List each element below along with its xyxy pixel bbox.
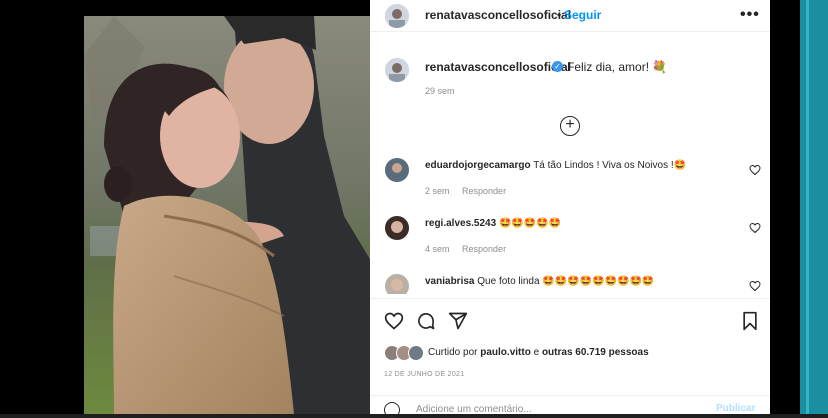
comment-text: Tá tão Lindos ! Viva os Noivos !🤩 [533, 160, 687, 171]
post-sidebar: renatavasconcellosoficial • Seguir ••• r… [370, 0, 770, 418]
author-username[interactable]: renatavasconcellosoficial [425, 8, 571, 22]
liked-by-text: Curtido por paulo.vitto e outras 60.719 … [428, 347, 649, 358]
post-header: renatavasconcellosoficial • Seguir ••• [370, 0, 770, 32]
liked-by-prefix: Curtido por [428, 347, 481, 358]
caption-text: Feliz dia, amor! 💐 [567, 60, 668, 74]
comment-meta: 2 sem Responder [425, 186, 506, 196]
heart-icon[interactable] [749, 222, 761, 234]
comment-username[interactable]: regi.alves.5243 [425, 218, 496, 229]
comment-item: regi.alves.5243 🤩🤩🤩🤩🤩 4 sem Responder [370, 214, 770, 270]
comment-body: vaniabrisa Que foto linda 🤩🤩🤩🤩🤩🤩🤩🤩🤩 [425, 276, 654, 287]
liker-avatars[interactable] [384, 345, 424, 361]
commenter-avatar[interactable] [385, 158, 409, 182]
comment-username[interactable]: eduardojorgecamargo [425, 160, 531, 171]
follow-button[interactable]: Seguir [564, 8, 601, 22]
liked-by-middle: e [530, 347, 542, 358]
author-avatar[interactable] [385, 4, 409, 28]
comment-username[interactable]: vaniabrisa [425, 276, 474, 287]
post-modal: › renatavasconcellosoficial • Seguir •••… [0, 0, 828, 418]
heart-icon[interactable] [749, 164, 761, 176]
caption-username[interactable]: renatavasconcellosoficial [425, 60, 571, 74]
post-date[interactable]: 12 DE JUNHO DE 2021 [384, 371, 464, 378]
reply-button[interactable]: Responder [462, 244, 506, 254]
couple-photo [84, 16, 370, 414]
commenter-avatar[interactable] [385, 216, 409, 240]
comment-body: regi.alves.5243 🤩🤩🤩🤩🤩 [425, 218, 561, 229]
separator-dot: • [557, 8, 562, 22]
post-photo[interactable] [84, 16, 370, 414]
likes-summary: Curtido por paulo.vitto e outras 60.719 … [384, 343, 764, 363]
send-icon[interactable] [448, 311, 468, 331]
reply-button[interactable]: Responder [462, 186, 506, 196]
comment-item: vaniabrisa Que foto linda 🤩🤩🤩🤩🤩🤩🤩🤩🤩 [370, 272, 770, 294]
window-edge-scrollbar[interactable] [800, 0, 828, 414]
liked-by-user[interactable]: paulo.vitto [480, 347, 531, 358]
publish-button[interactable]: Publicar [716, 403, 755, 414]
post-media: › [72, 0, 370, 414]
comment-text: 🤩🤩🤩🤩🤩 [498, 218, 562, 229]
add-comment-bar: Publicar [370, 395, 770, 418]
liker-avatar [408, 345, 424, 361]
bookmark-icon[interactable] [740, 311, 760, 331]
comments-list: eduardojorgecamargo Tá tão Lindos ! Viva… [370, 150, 770, 294]
liked-by-others[interactable]: outras 60.719 pessoas [542, 347, 649, 358]
heart-icon[interactable] [749, 280, 761, 292]
comment-time[interactable]: 4 sem [425, 244, 450, 254]
more-horizontal-icon[interactable]: ••• [740, 6, 760, 24]
caption-timestamp[interactable]: 29 sem [425, 86, 455, 96]
comment-text: Que foto linda 🤩🤩🤩🤩🤩🤩🤩🤩🤩 [477, 276, 655, 287]
commenter-avatar[interactable] [385, 274, 409, 294]
verified-badge-icon: ✓ [552, 61, 563, 72]
comment-meta: 4 sem Responder [425, 244, 506, 254]
comment-icon[interactable] [416, 311, 436, 331]
heart-icon[interactable] [384, 311, 404, 331]
caption-avatar[interactable] [385, 58, 409, 82]
post-actions: Curtido por paulo.vitto e outras 60.719 … [370, 298, 770, 418]
comment-time[interactable]: 2 sem [425, 186, 450, 196]
plus-circle-icon[interactable]: + [560, 116, 580, 136]
emoji-icon[interactable] [384, 402, 400, 418]
comment-body: eduardojorgecamargo Tá tão Lindos ! Viva… [425, 160, 686, 171]
post-caption: renatavasconcellosoficial ✓ Feliz dia, a… [370, 52, 770, 112]
comment-item: eduardojorgecamargo Tá tão Lindos ! Viva… [370, 156, 770, 212]
